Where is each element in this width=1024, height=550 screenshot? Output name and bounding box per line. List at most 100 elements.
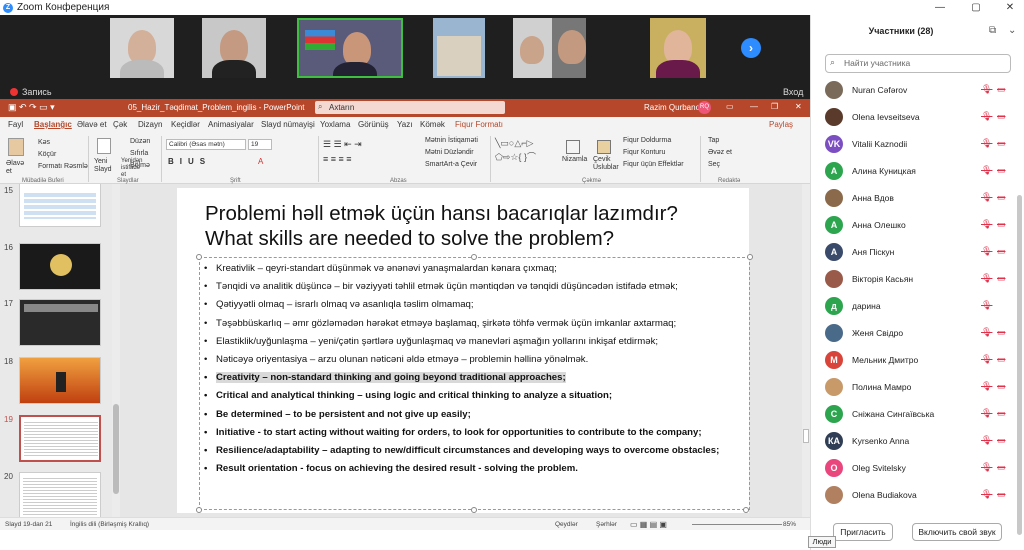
mic-muted-icon[interactable]: 🎙︎: [981, 462, 992, 474]
participant-row[interactable]: А Алина Куницкая 🎙︎ ▭: [811, 158, 1016, 185]
camera-off-icon[interactable]: ▭: [997, 354, 1009, 366]
arrange-button[interactable]: Nizamla: [562, 156, 587, 163]
camera-off-icon[interactable]: ▭: [997, 273, 1009, 285]
cut-button[interactable]: Kəs: [38, 139, 50, 146]
zoom-level[interactable]: 85%: [783, 521, 796, 528]
chevron-down-icon[interactable]: ⌄: [1008, 25, 1016, 36]
comments-button[interactable]: Şərhlər: [596, 521, 617, 528]
layout-button[interactable]: Düzən: [130, 138, 150, 145]
format-painter-button[interactable]: Formatı Rəsmlə: [38, 163, 88, 170]
video-tile[interactable]: [202, 18, 266, 78]
resize-handle[interactable]: [743, 507, 749, 513]
thumbnails-scrollbar[interactable]: [112, 184, 120, 517]
tab-transitions[interactable]: Keçidlər: [171, 120, 200, 129]
paste-button[interactable]: Əlavə et: [6, 160, 26, 176]
minimize-button[interactable]: —: [750, 102, 758, 111]
mic-muted-icon[interactable]: 🎙︎: [981, 354, 992, 366]
shape-effects-button[interactable]: Fiqur üçün Effektlər: [623, 161, 684, 168]
participant-row[interactable]: М Мельник Дмитро 🎙︎ ▭: [811, 347, 1016, 374]
close-icon[interactable]: ✕: [795, 102, 802, 111]
mic-muted-icon[interactable]: 🎙︎: [981, 138, 992, 150]
slide-thumbnail[interactable]: [19, 184, 101, 227]
mic-muted-icon[interactable]: 🎙︎: [981, 435, 992, 447]
unmute-button[interactable]: Включить свой звук: [912, 523, 1002, 541]
participant-row[interactable]: С Сніжана Сингаївська 🎙︎ ▭: [811, 401, 1016, 428]
font-color-icon[interactable]: A: [258, 157, 263, 166]
tab-shape-format[interactable]: Fiqur Formatı: [455, 120, 503, 129]
tab-file[interactable]: Fayl: [8, 120, 23, 129]
search-input[interactable]: Axtarın: [315, 101, 505, 114]
tab-animations[interactable]: Animasiyalar: [208, 120, 254, 129]
view-buttons-icons[interactable]: ▭ ▦ ▤ ▣: [630, 520, 667, 529]
camera-off-icon[interactable]: ▭: [997, 138, 1009, 150]
maximize-button[interactable]: ❐: [771, 102, 778, 111]
font-name-select[interactable]: Calibri (Əsas mətn): [166, 139, 246, 150]
resize-handle[interactable]: [196, 254, 202, 260]
section-button[interactable]: Bölmə: [130, 162, 150, 169]
quick-styles-icon[interactable]: [597, 140, 611, 154]
replace-button[interactable]: Əvəz et: [708, 149, 732, 156]
avatar[interactable]: RQ: [698, 101, 711, 114]
slide-body-text[interactable]: Kreativlik – qeyri-standart düşünmək və …: [202, 260, 747, 479]
tab-draw[interactable]: Çək: [113, 120, 127, 129]
camera-off-icon[interactable]: ▭: [997, 84, 1009, 96]
participant-row[interactable]: Olena Ievseitseva 🎙︎ ▭: [811, 104, 1016, 131]
text-direction-button[interactable]: Mətnin İstiqaməti: [425, 137, 478, 144]
participant-row[interactable]: А Аня Піскун 🎙︎ ▭: [811, 239, 1016, 266]
participant-row[interactable]: Женя Свідро 🎙︎ ▭: [811, 320, 1016, 347]
next-page-icon[interactable]: ›: [741, 38, 761, 58]
video-tile-active-speaker[interactable]: [297, 18, 403, 78]
shape-fill-button[interactable]: Fiqur Doldurma: [623, 137, 671, 144]
resize-handle[interactable]: [471, 254, 477, 260]
slide[interactable]: Problemi həll etmək üçün hansı bacarıqla…: [177, 188, 753, 513]
participant-row[interactable]: д дарина 🎙︎: [811, 293, 1016, 320]
participant-row[interactable]: Вікторія Касьян 🎙︎ ▭: [811, 266, 1016, 293]
clipboard-icon[interactable]: [8, 138, 24, 156]
mic-muted-icon[interactable]: 🎙︎: [981, 408, 992, 420]
ribbon-display-icon[interactable]: ▭: [726, 102, 734, 111]
tab-record[interactable]: Yazı: [397, 120, 412, 129]
mic-muted-icon[interactable]: 🎙︎: [981, 219, 992, 231]
mic-muted-icon[interactable]: 🎙︎: [981, 489, 992, 501]
participant-row[interactable]: VK Vitalii Kaznodii 🎙︎ ▭: [811, 131, 1016, 158]
font-size-select[interactable]: 19: [248, 139, 272, 150]
participant-search-input[interactable]: Найти участника: [825, 54, 1011, 73]
find-button[interactable]: Tap: [708, 137, 719, 144]
resize-handle[interactable]: [747, 254, 753, 260]
slide-thumbnail[interactable]: [19, 299, 101, 346]
camera-off-icon[interactable]: ▭: [997, 462, 1009, 474]
quick-styles-button[interactable]: Çevik Üslublar: [593, 156, 619, 172]
enter-button[interactable]: Вход: [783, 87, 803, 97]
video-tile[interactable]: [110, 18, 174, 78]
tab-slideshow[interactable]: Slayd nümayişi: [261, 120, 315, 129]
tab-view[interactable]: Görünüş: [358, 120, 389, 129]
close-button[interactable]: ✕: [995, 0, 1024, 15]
camera-off-icon[interactable]: ▭: [997, 327, 1009, 339]
camera-off-icon[interactable]: ▭: [997, 192, 1009, 204]
tab-insert[interactable]: Əlavə et: [77, 120, 107, 129]
new-slide-button[interactable]: Yeni Slayd: [94, 158, 116, 174]
align-icons[interactable]: ≡ ≡ ≡ ≡: [323, 154, 352, 164]
language-indicator[interactable]: İngilis dili (Birləşmiş Krallıq): [70, 521, 149, 528]
video-tile[interactable]: [433, 18, 485, 78]
participant-row[interactable]: Анна Вдов 🎙︎ ▭: [811, 185, 1016, 212]
mic-muted-icon[interactable]: 🎙︎: [981, 192, 992, 204]
align-text-button[interactable]: Mətni Düzləndir: [425, 149, 474, 156]
camera-off-icon[interactable]: ▭: [997, 489, 1009, 501]
quick-access-icons[interactable]: ▣ ↶ ↷ ▭ ▾: [8, 102, 55, 113]
camera-off-icon[interactable]: ▭: [997, 246, 1009, 258]
video-tile[interactable]: [552, 18, 586, 78]
camera-off-icon[interactable]: ▭: [997, 111, 1009, 123]
shapes-gallery[interactable]: ╲▭○△⌐▷: [495, 138, 533, 149]
new-slide-icon[interactable]: [97, 138, 111, 154]
mic-muted-icon[interactable]: 🎙︎: [981, 165, 992, 177]
tab-help[interactable]: Kömək: [420, 120, 445, 129]
copy-button[interactable]: Köçür: [38, 151, 56, 158]
camera-off-icon[interactable]: ▭: [997, 165, 1009, 177]
participant-row[interactable]: А Анна Олешко 🎙︎ ▭: [811, 212, 1016, 239]
mic-muted-icon[interactable]: 🎙︎: [981, 327, 992, 339]
arrange-icon[interactable]: [566, 140, 580, 154]
reset-button[interactable]: Sıfırla: [130, 150, 148, 157]
participants-scrollbar[interactable]: [1017, 195, 1022, 535]
camera-off-icon[interactable]: ▭: [997, 435, 1009, 447]
